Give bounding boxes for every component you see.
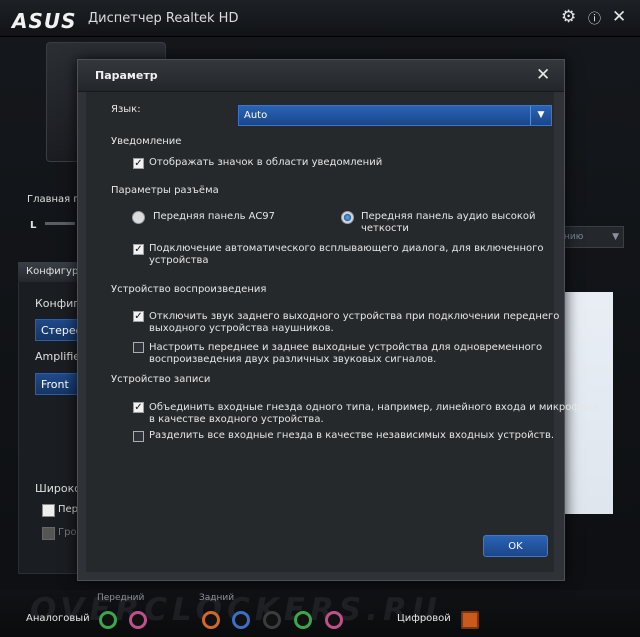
wide-checkbox[interactable] (42, 504, 55, 517)
language-value: Auto (244, 110, 268, 121)
background-select-value: нию (564, 232, 584, 242)
split-inputs-checkbox[interactable] (133, 431, 144, 442)
chevron-down-icon: ▼ (530, 106, 551, 125)
front-label: Передний (97, 593, 145, 603)
info-icon[interactable]: ⓘ (588, 10, 601, 30)
combine-inputs-checkbox[interactable]: ✓ (133, 402, 144, 413)
rear-jack-pink[interactable] (325, 611, 343, 629)
show-icon-label: Отображать значок в области уведомлений (149, 157, 383, 168)
analog-label: Аналоговый (26, 613, 90, 624)
recording-heading: Устройство записи (111, 374, 211, 385)
rear-jack-blue[interactable] (232, 611, 250, 629)
digital-jack-icon[interactable] (461, 611, 479, 629)
amplifier-dropdown[interactable]: Front Pa (35, 373, 79, 395)
background-select[interactable]: нию ▼ (561, 226, 624, 248)
mute-rear-checkbox[interactable]: ✓ (133, 311, 144, 322)
separate-outputs-checkbox[interactable] (133, 342, 144, 353)
wide-check-label: Пер (58, 504, 79, 515)
notification-heading: Уведомление (111, 136, 182, 147)
rear-jack-orange[interactable] (202, 611, 220, 629)
dialog-title-bar: Параметр ✕ (78, 60, 564, 92)
amplifier-label: Amplifie (35, 350, 81, 363)
ac97-radio[interactable] (132, 211, 145, 224)
auto-popup-checkbox[interactable]: ✓ (133, 244, 144, 255)
hd-audio-radio[interactable] (341, 211, 354, 224)
mute-rear-label-1: Отключить звук заднего выходного устройс… (149, 311, 560, 322)
dialog-title: Параметр (95, 69, 158, 82)
auto-popup-label-1: Подключение автоматического всплывающего… (149, 243, 544, 254)
wide-check-label-2: Гро (58, 527, 77, 538)
realtek-manager-window: ASUS Диспетчер Realtek HD ⚙ ⓘ ✕ Главная … (0, 0, 640, 637)
rear-label: Задний (199, 593, 235, 603)
digital-label: Цифровой (397, 613, 451, 624)
balance-left-label: L (30, 220, 37, 231)
split-inputs-label: Разделить все входные гнезда в качестве … (149, 430, 555, 441)
window-title: Диспетчер Realtek HD (88, 11, 239, 26)
auto-popup-label-2: устройства (149, 255, 209, 266)
ok-button[interactable]: OK (483, 535, 548, 557)
rear-jack-green[interactable] (294, 611, 312, 629)
wide-label: Широко (35, 482, 81, 495)
language-label: Язык: (111, 104, 141, 115)
combine-inputs-label-2: в качестве входного устройства. (149, 414, 324, 425)
separate-outputs-label-1: Настроить переднее и заднее выходные уст… (149, 342, 543, 353)
rear-jack-black[interactable] (263, 611, 281, 629)
gear-icon[interactable]: ⚙ (561, 7, 576, 27)
front-jack-pink[interactable] (129, 611, 147, 629)
tab-configuration[interactable]: Конфигур (18, 262, 79, 282)
show-icon-checkbox[interactable]: ✓ (133, 158, 144, 169)
combine-inputs-label-1: Объединить входные гнезда одного типа, н… (149, 402, 602, 413)
close-icon[interactable]: ✕ (536, 65, 550, 85)
playback-heading: Устройство воспроизведения (111, 284, 267, 295)
front-jack-green[interactable] (99, 611, 117, 629)
separate-outputs-label-2: воспроизведения двух различных звуковых … (149, 354, 437, 365)
asus-logo: ASUS (12, 9, 77, 33)
hd-audio-label-1: Передняя панель аудио высокой (361, 211, 536, 222)
title-bar: ASUS Диспетчер Realtek HD ⚙ ⓘ ✕ (0, 0, 640, 37)
chevron-down-icon: ▼ (612, 232, 619, 242)
jack-heading: Параметры разъёма (111, 185, 219, 196)
language-select[interactable]: Auto ▼ (238, 105, 552, 126)
mute-rear-label-2: выходного устройства наушников. (149, 323, 334, 334)
settings-dialog: Параметр ✕ Язык: Auto ▼ Уведомление ✓ От… (77, 59, 602, 581)
ac97-label: Передняя панель AC97 (153, 211, 276, 222)
balance-slider[interactable] (45, 222, 75, 225)
close-icon[interactable]: ✕ (612, 7, 626, 27)
wide-checkbox-2[interactable] (42, 527, 55, 540)
config-dropdown[interactable]: Стерео (35, 319, 79, 341)
hd-audio-label-2: четкости (361, 223, 409, 234)
